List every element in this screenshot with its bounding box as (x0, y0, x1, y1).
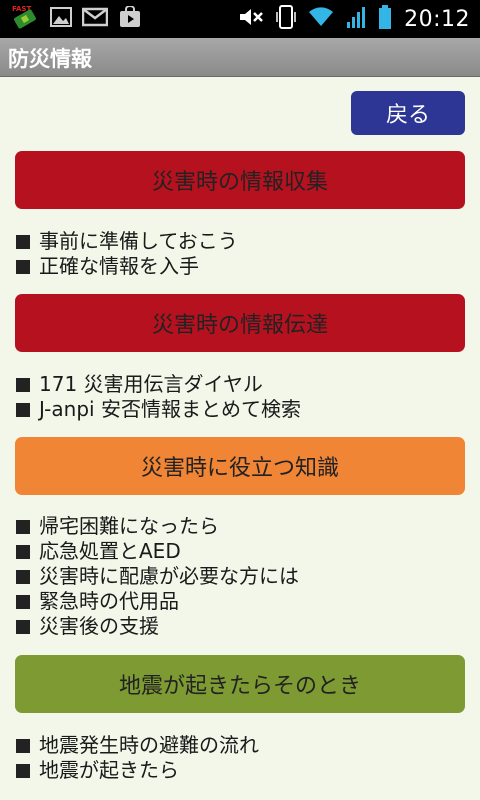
bullet-square-icon (16, 402, 30, 417)
bullet-square-icon (16, 763, 30, 778)
status-bar: FAST 20:12 (0, 0, 480, 38)
wifi-icon (308, 6, 334, 32)
section-list-info-collection: 事前に準備しておこう 正確な情報を入手 (16, 229, 238, 279)
back-button[interactable]: 戻る (351, 91, 465, 135)
clock: 20:12 (404, 6, 470, 32)
bullet-square-icon (16, 619, 30, 634)
app-bar: 防災情報 (0, 38, 480, 77)
list-item[interactable]: 171 災害用伝言ダイヤル (16, 372, 301, 397)
list-item[interactable]: J-anpi 安否情報まとめて検索 (16, 397, 301, 422)
list-item[interactable]: 地震発生時の避難の流れ (16, 733, 259, 758)
list-item[interactable]: 地震が起きたら (16, 758, 259, 783)
section-button-useful-knowledge[interactable]: 災害時に役立つ知識 (15, 437, 465, 495)
list-item[interactable]: 緊急時の代用品 (16, 589, 299, 614)
list-item[interactable]: 事前に準備しておこう (16, 229, 238, 254)
bullet-square-icon (16, 234, 30, 249)
signal-icon (346, 5, 366, 33)
section-button-info-collection[interactable]: 災害時の情報収集 (15, 151, 465, 209)
bullet-square-icon (16, 569, 30, 584)
section-button-earthquake[interactable]: 地震が起きたらそのとき (15, 655, 465, 713)
bullet-square-icon (16, 738, 30, 753)
store-icon (118, 5, 142, 32)
section-list-info-transmission: 171 災害用伝言ダイヤル J-anpi 安否情報まとめて検索 (16, 372, 301, 422)
vibrate-icon (276, 4, 296, 34)
list-item[interactable]: 応急処置とAED (16, 539, 299, 564)
image-icon (50, 7, 72, 31)
mute-icon (238, 6, 264, 32)
bullet-square-icon (16, 377, 30, 392)
system-icons: 20:12 (238, 0, 470, 38)
notification-icons: FAST (10, 3, 142, 35)
bullet-square-icon (16, 544, 30, 559)
list-item[interactable]: 災害時に配慮が必要な方には (16, 564, 299, 589)
list-item[interactable]: 帰宅困難になったら (16, 514, 299, 539)
bullet-square-icon (16, 594, 30, 609)
mail-icon (81, 7, 109, 31)
bullet-square-icon (16, 259, 30, 274)
battery-icon (378, 4, 392, 34)
bullet-square-icon (16, 519, 30, 534)
satellite-app-icon: FAST (10, 3, 40, 35)
section-button-info-transmission[interactable]: 災害時の情報伝達 (15, 294, 465, 352)
section-list-earthquake: 地震発生時の避難の流れ 地震が起きたら (16, 733, 259, 783)
page-title: 防災情報 (8, 47, 92, 71)
list-item[interactable]: 災害後の支援 (16, 614, 299, 639)
section-list-useful-knowledge: 帰宅困難になったら 応急処置とAED 災害時に配慮が必要な方には 緊急時の代用品… (16, 514, 299, 639)
list-item[interactable]: 正確な情報を入手 (16, 254, 238, 279)
